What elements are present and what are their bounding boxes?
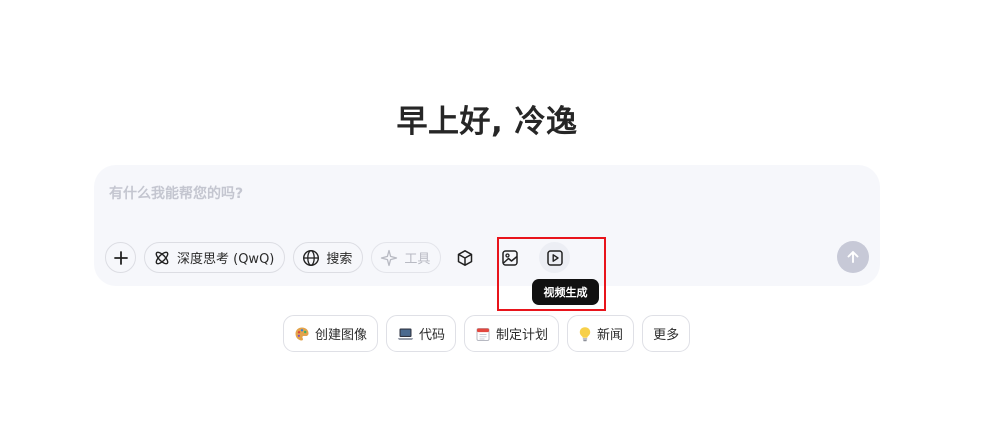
- send-button[interactable]: [837, 241, 869, 273]
- tools-label: 工具: [404, 252, 431, 267]
- suggestion-more[interactable]: 更多: [642, 315, 691, 352]
- laptop-icon: [397, 326, 414, 342]
- search-button[interactable]: 搜索: [293, 242, 364, 273]
- prompt-input[interactable]: [109, 183, 849, 205]
- cube-icon: [457, 249, 473, 266]
- suggestion-code[interactable]: 代码: [386, 315, 457, 352]
- tools-button[interactable]: 工具: [371, 242, 442, 273]
- suggestion-create-image[interactable]: 创建图像: [283, 315, 379, 352]
- suggestion-label: 更多: [653, 328, 680, 343]
- calendar-icon: [475, 326, 491, 342]
- add-attachment-button[interactable]: [105, 242, 136, 273]
- 3d-model-button[interactable]: [449, 242, 480, 273]
- atom-icon: [153, 249, 171, 267]
- suggestion-label: 制定计划: [496, 328, 549, 343]
- globe-icon: [302, 249, 320, 267]
- suggestion-make-plan[interactable]: 制定计划: [464, 315, 560, 352]
- sparkle-icon: [380, 249, 398, 267]
- suggestion-chips: 创建图像 代码 制定计划 新闻 更多: [283, 315, 698, 352]
- palette-icon: [294, 326, 310, 342]
- greeting-title: 早上好, 冷逸: [396, 104, 578, 140]
- suggestion-label: 新闻: [597, 328, 624, 343]
- suggestion-label: 创建图像: [315, 328, 368, 343]
- highlight-annotation-box: [497, 237, 606, 311]
- lightbulb-icon: [578, 326, 592, 342]
- plus-icon: [113, 250, 128, 265]
- suggestion-label: 代码: [419, 328, 446, 343]
- page: 早上好, 冷逸 深度思考 (QwQ): [0, 0, 1008, 445]
- deep-think-label: 深度思考 (QwQ): [177, 252, 275, 267]
- composer: 深度思考 (QwQ) 搜索 工具: [94, 165, 880, 286]
- suggestion-news[interactable]: 新闻: [567, 315, 635, 352]
- arrow-up-icon: [847, 251, 859, 263]
- deep-think-button[interactable]: 深度思考 (QwQ): [144, 242, 286, 273]
- search-label: 搜索: [326, 252, 353, 267]
